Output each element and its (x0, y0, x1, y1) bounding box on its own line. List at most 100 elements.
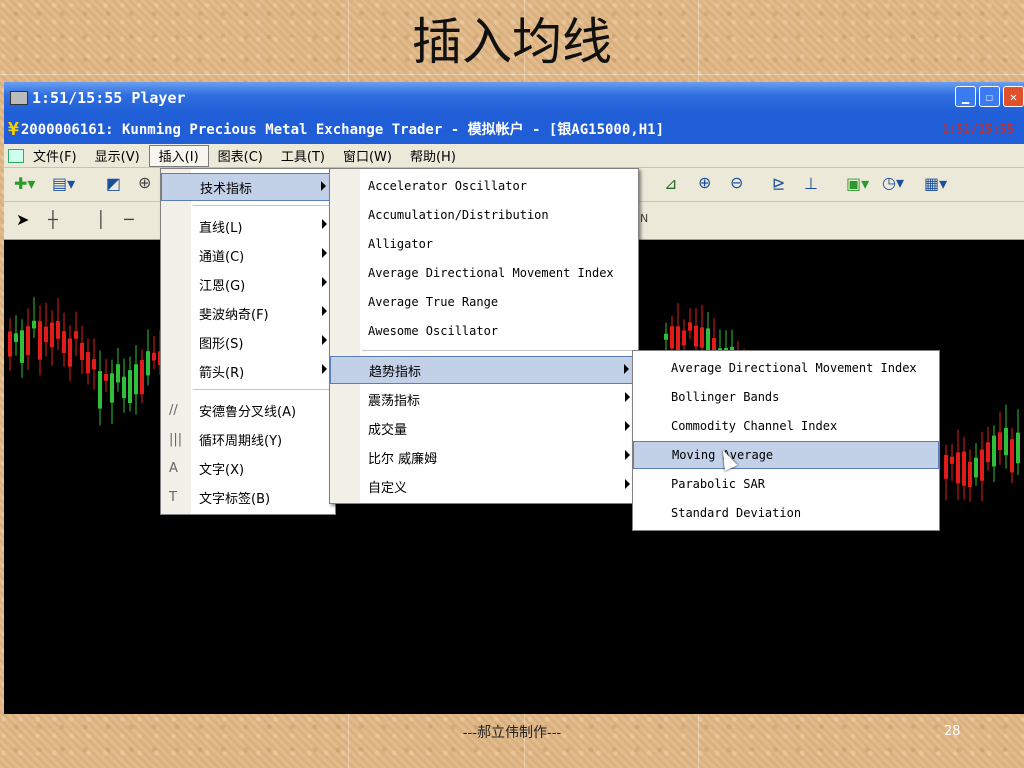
menu-item-commodity-channel-index[interactable]: Commodity Channel Index (633, 412, 939, 440)
cycle-lines-icon: ||| (169, 431, 183, 447)
minimize-button[interactable]: ▁ (955, 86, 976, 107)
menu-item-bill-williams[interactable]: 比尔 威廉姆 (330, 443, 638, 471)
player-titlebar[interactable]: 1:51/15:55 Player ▁ ☐ ✕ (4, 82, 1024, 114)
menu-item-text[interactable]: A 文字(X) (161, 454, 335, 482)
submenu-arrow-icon (322, 306, 327, 316)
menu-item-label: 通道(C) (199, 249, 245, 265)
menu-item-label: 箭头(R) (199, 365, 245, 381)
page-number: 28 (944, 724, 961, 739)
vertical-line-icon[interactable]: │ (96, 210, 106, 229)
menu-item-label: Commodity Channel Index (671, 419, 838, 433)
menu-bar: 文件(F) 显示(V) 插入(I) 图表(C) 工具(T) 窗口(W) 帮助(H… (4, 144, 1024, 168)
menu-item-oscillators[interactable]: 震荡指标 (330, 385, 638, 413)
menu-file[interactable]: 文件(F) (24, 145, 86, 167)
menu-item-fibonacci[interactable]: 斐波纳奇(F) (161, 299, 335, 327)
menu-item-label: Bollinger Bands (671, 390, 780, 404)
period-label[interactable]: N (640, 212, 648, 225)
candle-body (26, 326, 30, 356)
candle-body (86, 352, 90, 374)
menu-item-average-true-range[interactable]: Average True Range (330, 288, 638, 316)
menu-insert[interactable]: 插入(I) (148, 144, 209, 167)
candle-body (700, 327, 704, 348)
candle-body (1016, 432, 1020, 464)
menu-item-label: 图形(S) (199, 336, 244, 352)
crosshair-tool-icon[interactable]: ┼ (48, 210, 58, 229)
menu-item-label: 技术指标 (200, 181, 253, 197)
menu-item-accumulation-distribution[interactable]: Accumulation/Distribution (330, 201, 638, 229)
candle-body (956, 452, 960, 484)
menu-item-accelerator-oscillator[interactable]: Accelerator Oscillator (330, 172, 638, 200)
menu-item-channels[interactable]: 通道(C) (161, 241, 335, 269)
menu-item-parabolic-sar[interactable]: Parabolic SAR (633, 470, 939, 498)
menu-item-bollinger-bands[interactable]: Bollinger Bands (633, 383, 939, 411)
menu-item-gann[interactable]: 江恩(G) (161, 270, 335, 298)
menu-charts[interactable]: 图表(C) (209, 145, 272, 167)
indicators-icon[interactable]: ▣▾ (846, 174, 869, 193)
cursor-icon[interactable]: ➤ (16, 210, 29, 229)
menu-item-alligator[interactable]: Alligator (330, 230, 638, 258)
candle-body (694, 325, 698, 347)
candle-body (14, 333, 18, 343)
candle-body (980, 449, 984, 481)
menu-window[interactable]: 窗口(W) (334, 145, 401, 167)
menu-item-label: Alligator (368, 237, 434, 251)
menu-item-label: 江恩(G) (199, 278, 246, 294)
yen-icon: ¥ (8, 118, 19, 140)
app-title: 2000006161: Kunming Precious Metal Excha… (20, 122, 664, 138)
menu-item-standard-deviation[interactable]: Standard Deviation (633, 499, 939, 527)
zoom-in-icon[interactable]: ⊕ (698, 173, 711, 192)
candle-body (8, 331, 12, 357)
player-icon (10, 91, 28, 105)
candle-body (962, 451, 966, 486)
menu-item-cycle-lines[interactable]: ||| 循环周期线(Y) (161, 425, 335, 453)
market-watch-icon[interactable]: ◩ (106, 174, 121, 193)
submenu-arrow-icon (322, 277, 327, 287)
menu-item-admi[interactable]: Average Directional Movement Index (330, 259, 638, 287)
menu-help[interactable]: 帮助(H) (401, 145, 465, 167)
menu-item-label: Average Directional Movement Index (368, 266, 614, 280)
candle-body (670, 326, 674, 349)
menu-item-andrews-pitchfork[interactable]: // 安德鲁分叉线(A) (161, 396, 335, 424)
period-separator-icon[interactable]: ⊥ (804, 174, 818, 193)
menu-item-volumes[interactable]: 成交量 (330, 414, 638, 442)
menu-item-awesome-oscillator[interactable]: Awesome Oscillator (330, 317, 638, 345)
menu-item-label: 安德鲁分叉线(A) (199, 404, 297, 420)
periods-icon[interactable]: ◷▾ (882, 173, 904, 192)
menu-item-trend[interactable]: 趋势指标 (330, 356, 638, 384)
menu-item-indicators[interactable]: 技术指标 (161, 173, 335, 201)
menu-item-custom[interactable]: 自定义 (330, 472, 638, 500)
candle-body (986, 442, 990, 463)
menu-separator (362, 350, 636, 351)
menu-item-trend-admi[interactable]: Average Directional Movement Index (633, 354, 939, 382)
menu-item-shapes[interactable]: 图形(S) (161, 328, 335, 356)
candle-body (152, 352, 156, 361)
menu-view[interactable]: 显示(V) (86, 145, 149, 167)
candle-body (80, 342, 84, 360)
menu-item-label: Average True Range (368, 295, 499, 309)
menu-item-text-label[interactable]: T 文字标签(B) (161, 483, 335, 511)
menu-item-label: 趋势指标 (369, 364, 422, 380)
candle-body (1010, 439, 1014, 473)
candle-body (62, 331, 66, 354)
menu-item-moving-average[interactable]: Moving Average (633, 441, 939, 469)
menu-item-lines[interactable]: 直线(L) (161, 212, 335, 240)
chart-shift-icon[interactable]: ⊿ (664, 174, 677, 193)
templates-icon[interactable]: ▦▾ (924, 174, 947, 193)
candle-body (110, 373, 114, 403)
submenu-arrow-icon (625, 392, 630, 402)
app-titlebar[interactable]: ¥ 2000006161: Kunming Precious Metal Exc… (4, 114, 1024, 144)
new-chart-icon[interactable]: ✚▾ (14, 174, 35, 193)
crosshair-icon[interactable]: ⊕ (138, 173, 151, 192)
profiles-icon[interactable]: ▤▾ (52, 174, 75, 193)
zoom-out-icon[interactable]: ⊖ (730, 173, 743, 192)
maximize-button[interactable]: ☐ (979, 86, 1000, 107)
candle-body (944, 454, 948, 479)
trend-submenu: Average Directional Movement Index Bolli… (632, 350, 940, 531)
close-button[interactable]: ✕ (1003, 86, 1024, 107)
horizontal-line-icon[interactable]: ─ (124, 210, 134, 229)
menu-item-arrows[interactable]: 箭头(R) (161, 357, 335, 385)
candle-body (146, 351, 150, 376)
auto-scroll-icon[interactable]: ⊵ (772, 174, 785, 193)
menu-tools[interactable]: 工具(T) (272, 145, 334, 167)
candle-body (104, 373, 108, 381)
